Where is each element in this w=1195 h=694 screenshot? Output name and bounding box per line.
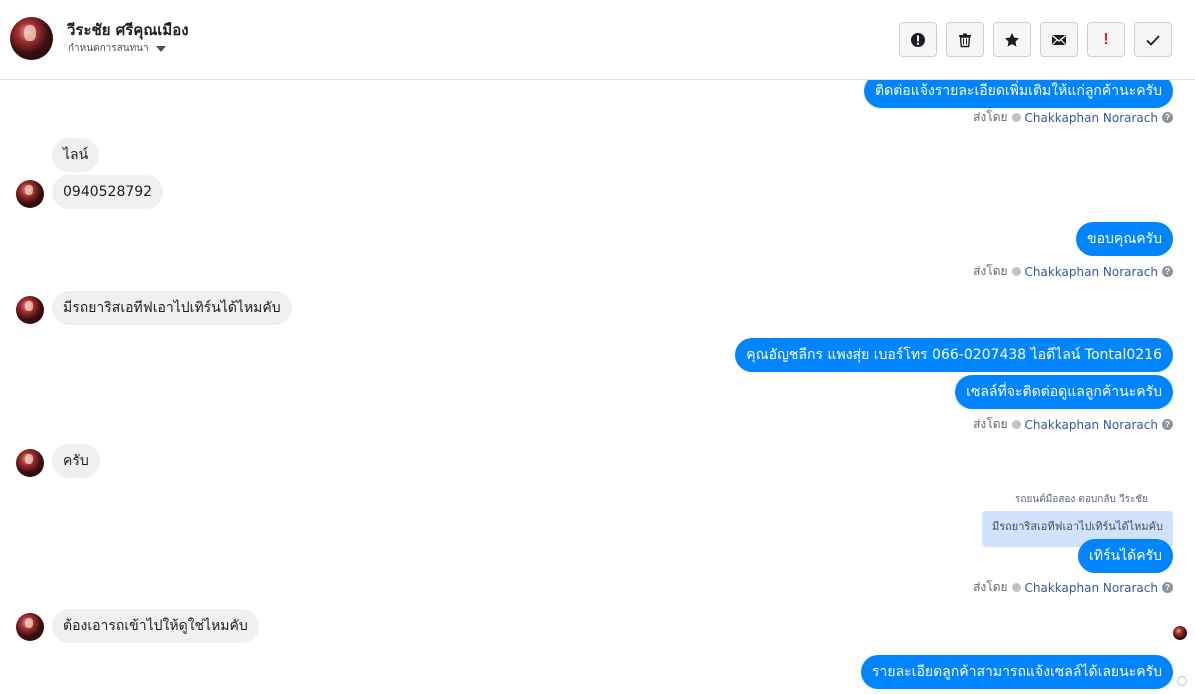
conversation-toolbar: ! bbox=[899, 22, 1172, 57]
help-icon[interactable]: ? bbox=[1162, 266, 1173, 277]
help-icon[interactable]: ? bbox=[1162, 582, 1173, 593]
spam-button[interactable]: ! bbox=[1087, 22, 1125, 57]
verified-icon bbox=[1011, 267, 1021, 276]
outgoing-message: คุณอัญชลีกร แพงสุ่ย เบอร์โทร 066-0207438… bbox=[735, 338, 1173, 372]
sent-by-info: ส่งโดย Chakkaphan Norarach ? bbox=[973, 108, 1173, 127]
outgoing-message: ติดต่อแจ้งรายละเอียดเพิ่มเติมให้แก่ลูกค้… bbox=[864, 80, 1173, 108]
outgoing-message: เซลล์ที่จะติดต่อดูแลลูกค้านะครับ bbox=[955, 375, 1173, 409]
outgoing-message: รายละเอียดลูกค้าสามารถแจ้งเซลล์ได้เลยนะค… bbox=[860, 655, 1173, 689]
sent-by-info: ส่งโดย Chakkaphan Norarach ? bbox=[973, 262, 1173, 281]
agent-name-link[interactable]: Chakkaphan Norarach bbox=[1025, 418, 1158, 432]
help-icon[interactable]: ? bbox=[1162, 419, 1173, 430]
help-icon[interactable]: ? bbox=[1162, 112, 1173, 123]
message-thread[interactable]: ติดต่อแจ้งรายละเอียดเพิ่มเติมให้แก่ลูกค้… bbox=[0, 80, 1195, 694]
mark-unread-button[interactable] bbox=[1040, 22, 1078, 57]
star-button[interactable] bbox=[993, 22, 1031, 57]
seen-indicator-avatar bbox=[1173, 626, 1187, 640]
check-icon bbox=[1146, 34, 1160, 46]
sent-by-label: ส่งโดย bbox=[973, 580, 1008, 594]
sender-avatar[interactable] bbox=[16, 449, 44, 477]
exclamation-icon: ! bbox=[1103, 30, 1109, 48]
sent-by-label: ส่งโดย bbox=[973, 264, 1008, 278]
reply-context-label: รถยนต์มือสอง ตอบกลับ วีระชัย bbox=[1015, 494, 1148, 505]
sent-by-info: ส่งโดย Chakkaphan Norarach ? bbox=[973, 415, 1173, 434]
agent-name-link[interactable]: Chakkaphan Norarach bbox=[1025, 581, 1158, 595]
incoming-message: 0940528792 bbox=[52, 175, 164, 209]
delete-button[interactable] bbox=[946, 22, 984, 57]
verified-icon bbox=[1011, 420, 1021, 429]
report-button[interactable] bbox=[899, 22, 937, 57]
outgoing-message: เทิร์นได้ครับ bbox=[1077, 539, 1173, 573]
contact-name[interactable]: วีระชัย ศรีคุณเมือง bbox=[67, 18, 189, 42]
outgoing-message: ขอบคุณครับ bbox=[1076, 222, 1173, 256]
sent-by-info: ส่งโดย Chakkaphan Norarach ? bbox=[973, 578, 1173, 597]
incoming-message: ไลน์ bbox=[52, 138, 100, 172]
conversation-header: วีระชัย ศรีคุณเมือง กำหนดการสนทนา ! bbox=[0, 0, 1195, 80]
agent-name-link[interactable]: Chakkaphan Norarach bbox=[1025, 265, 1158, 279]
sender-avatar[interactable] bbox=[16, 180, 44, 208]
conversation-schedule-dropdown[interactable]: กำหนดการสนทนา bbox=[68, 41, 166, 56]
incoming-message: ต้องเอารถเข้าไปให้ดูใช่ไหมคับ bbox=[52, 609, 259, 643]
contact-avatar[interactable] bbox=[10, 17, 53, 60]
sent-status-icon bbox=[1177, 676, 1187, 686]
star-icon bbox=[1005, 32, 1019, 46]
conversation-schedule-label: กำหนดการสนทนา bbox=[68, 43, 149, 54]
trash-icon bbox=[959, 33, 971, 47]
caret-down-icon bbox=[155, 45, 166, 52]
sent-by-label: ส่งโดย bbox=[973, 417, 1008, 431]
alert-circle-icon bbox=[911, 32, 925, 47]
incoming-message: ครับ bbox=[52, 444, 100, 478]
verified-icon bbox=[1011, 583, 1021, 592]
envelope-icon bbox=[1052, 34, 1066, 45]
done-button[interactable] bbox=[1134, 22, 1172, 57]
sender-avatar[interactable] bbox=[16, 296, 44, 324]
sent-by-label: ส่งโดย bbox=[973, 110, 1008, 124]
verified-icon bbox=[1011, 113, 1021, 122]
incoming-message: มีรถยาริสเอทีฟเอาไปเทิร์นได้ไหมคับ bbox=[52, 291, 292, 325]
agent-name-link[interactable]: Chakkaphan Norarach bbox=[1025, 111, 1158, 125]
sender-avatar[interactable] bbox=[16, 613, 44, 641]
